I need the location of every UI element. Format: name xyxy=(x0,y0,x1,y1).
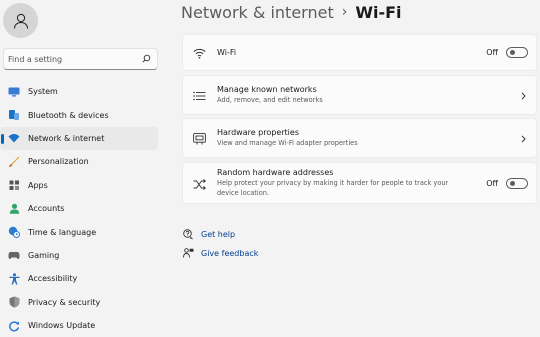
gamepad-icon xyxy=(8,249,20,261)
bluetooth-icon xyxy=(8,109,20,121)
get-help-link[interactable]: Get help xyxy=(182,228,235,240)
sidebar-nav: System Bluetooth & devices Network & int… xyxy=(0,80,158,337)
page-title: Wi-Fi xyxy=(355,2,402,22)
sidebar-item-label: Network & internet xyxy=(28,133,105,143)
accessibility-icon xyxy=(8,273,20,285)
sidebar-item-label: Accounts xyxy=(28,204,65,214)
search-icon[interactable] xyxy=(142,54,151,63)
apps-icon xyxy=(8,179,20,191)
wifi-toggle-card[interactable]: Wi-Fi Off xyxy=(182,34,537,71)
sidebar: System Bluetooth & devices Network & int… xyxy=(0,0,170,335)
help-chat-icon xyxy=(182,228,194,240)
random-addresses-toggle-switch[interactable] xyxy=(506,178,528,189)
sidebar-item-windows-update[interactable]: Windows Update xyxy=(0,314,158,337)
toggle-knob xyxy=(510,181,515,186)
sidebar-item-label: Time & language xyxy=(28,227,97,237)
sidebar-item-label: System xyxy=(28,87,58,97)
sidebar-item-network-internet[interactable]: Network & internet xyxy=(0,126,158,151)
chevron-right-icon xyxy=(521,92,526,100)
get-help-label[interactable]: Get help xyxy=(201,230,235,239)
give-feedback-label[interactable]: Give feedback xyxy=(201,249,258,258)
breadcrumb-separator: › xyxy=(341,4,348,20)
brush-icon xyxy=(8,156,20,168)
sidebar-item-label: Apps xyxy=(28,180,48,190)
random-addresses-toggle-state: Off xyxy=(486,179,498,188)
monitor-icon xyxy=(8,86,20,98)
search-input[interactable] xyxy=(8,51,138,67)
list-icon xyxy=(192,89,206,103)
wifi-toggle-switch[interactable] xyxy=(506,47,528,58)
person-icon xyxy=(8,203,20,215)
sidebar-item-label: Personalization xyxy=(28,157,89,167)
breadcrumb-parent[interactable]: Network & internet xyxy=(181,3,334,22)
hardware-properties-title: Hardware properties xyxy=(217,128,299,137)
sidebar-item-label: Windows Update xyxy=(28,321,96,331)
update-icon xyxy=(8,320,20,332)
sidebar-item-label: Accessibility xyxy=(28,274,78,284)
shuffle-icon xyxy=(192,177,206,191)
clock-globe-icon xyxy=(8,226,20,239)
sidebar-item-gaming[interactable]: Gaming xyxy=(0,244,158,267)
toggle-knob xyxy=(510,50,515,55)
hardware-properties-card[interactable]: Hardware properties View and manage Wi-F… xyxy=(182,118,537,158)
random-hardware-addresses-title: Random hardware addresses xyxy=(217,168,334,177)
wifi-title: Wi-Fi xyxy=(217,48,237,57)
random-addresses-toggle-group: Off xyxy=(486,178,528,189)
sidebar-item-label: Bluetooth & devices xyxy=(28,110,109,120)
sidebar-item-label: Gaming xyxy=(28,250,60,260)
chevron-right-icon xyxy=(521,135,526,143)
wifi-toggle-state: Off xyxy=(486,48,498,57)
random-hardware-addresses-card[interactable]: Random hardware addresses Help protect y… xyxy=(182,162,537,204)
chip-icon xyxy=(192,132,206,146)
sidebar-item-bluetooth-devices[interactable]: Bluetooth & devices xyxy=(0,103,158,126)
sidebar-item-privacy-security[interactable]: Privacy & security xyxy=(0,291,158,314)
random-hardware-addresses-subtitle: Help protect your privacy by making it h… xyxy=(217,179,449,197)
sidebar-item-time-language[interactable]: Time & language xyxy=(0,220,158,243)
wifi-icon xyxy=(192,46,206,60)
hardware-properties-subtitle: View and manage Wi-Fi adapter properties xyxy=(217,139,358,147)
sidebar-item-system[interactable]: System xyxy=(0,80,158,103)
give-feedback-link[interactable]: Give feedback xyxy=(182,247,258,259)
manage-known-networks-subtitle: Add, remove, and edit networks xyxy=(217,96,323,104)
sidebar-item-label: Privacy & security xyxy=(28,297,101,307)
manage-known-networks-title: Manage known networks xyxy=(217,85,317,94)
user-icon xyxy=(13,13,28,29)
search-box[interactable] xyxy=(3,48,158,70)
shield-icon xyxy=(8,296,20,308)
sidebar-item-personalization[interactable]: Personalization xyxy=(0,150,158,173)
feedback-icon xyxy=(182,247,194,259)
sidebar-item-accounts[interactable]: Accounts xyxy=(0,197,158,220)
avatar[interactable] xyxy=(3,3,38,38)
sidebar-item-accessibility[interactable]: Accessibility xyxy=(0,267,158,290)
wifi-icon xyxy=(8,132,20,144)
sidebar-item-apps[interactable]: Apps xyxy=(0,174,158,197)
breadcrumb: Network & internet › Wi-Fi xyxy=(181,0,402,24)
manage-known-networks-card[interactable]: Manage known networks Add, remove, and e… xyxy=(182,75,537,115)
wifi-toggle-group: Off xyxy=(486,47,528,58)
